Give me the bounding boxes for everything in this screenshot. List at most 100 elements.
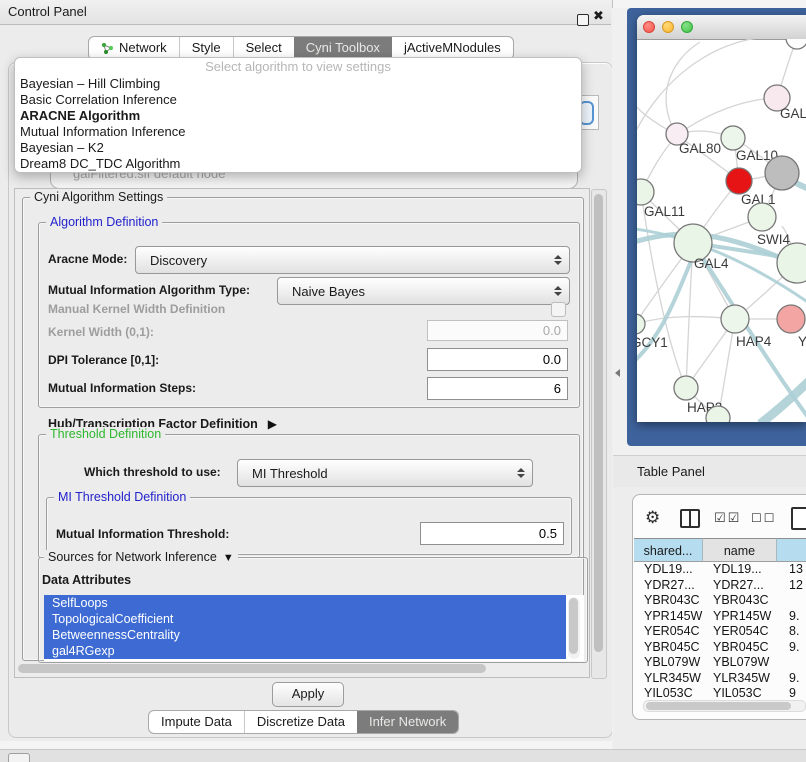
column-header[interactable] (777, 538, 806, 562)
tab-style[interactable]: Style (179, 37, 233, 59)
mi-steps-label: Mutual Information Steps: (48, 381, 196, 395)
tab-jactivemnodules[interactable]: jActiveMNodules (392, 37, 513, 59)
table-horizontal-scrollbar[interactable] (643, 700, 806, 712)
control-panel-header: Control Panel (0, 0, 611, 25)
attribute-item[interactable]: gal4RGexp (44, 643, 566, 659)
scrollbar-thumb[interactable] (594, 194, 603, 652)
network-canvas[interactable]: GALGAL80GAL10GAL1GAL11SWI4GAL4GCY1HAP4YH… (637, 39, 806, 422)
close-icon[interactable]: ✖ (593, 8, 604, 24)
algorithm-option[interactable]: Bayesian – Hill Climbing (15, 76, 581, 92)
tab-impute-data[interactable]: Impute Data (149, 711, 244, 733)
deselect-all-columns-icon[interactable]: ☐☐ (751, 511, 777, 525)
table-row[interactable]: YER054CYER054C8. (634, 624, 806, 640)
mi-algorithm-type-select[interactable]: Naive Bayes (277, 277, 570, 305)
minimize-traffic-light-icon[interactable] (662, 21, 674, 33)
which-threshold-select[interactable]: MI Threshold (237, 459, 533, 487)
algorithm-option[interactable]: Basic Correlation Inference (15, 92, 581, 108)
algorithm-option[interactable]: Dream8 DC_TDC Algorithm (15, 156, 581, 172)
dpi-tolerance-label: DPI Tolerance [0,1]: (48, 353, 159, 367)
cyni-algorithm-settings-title: Cyni Algorithm Settings (30, 190, 167, 204)
network-node-hap4[interactable] (721, 305, 749, 333)
settings-horizontal-scrollbar[interactable] (18, 664, 486, 673)
attribute-item[interactable]: BetweennessCentrality (44, 627, 566, 643)
attributes-scrollbar[interactable] (568, 597, 580, 659)
columns-icon[interactable] (680, 509, 700, 528)
expand-right-icon: ▶ (268, 417, 277, 431)
algorithm-dropdown-placeholder: Select algorithm to view settings (15, 58, 581, 76)
table-cell: 12 (789, 578, 803, 594)
tab-network[interactable]: Network (89, 37, 179, 59)
tab-cyni-toolbox[interactable]: Cyni Toolbox (294, 37, 392, 59)
network-edge[interactable] (637, 192, 641, 324)
aracne-mode-select[interactable]: Discovery (135, 246, 570, 274)
algorithm-option[interactable]: ARACNE Algorithm (15, 108, 581, 124)
settings-vertical-scrollbar[interactable] (591, 189, 607, 679)
gear-icon[interactable]: ⚙ (645, 508, 660, 528)
table-row[interactable]: YIL053CYIL053C9 (634, 686, 806, 700)
column-header[interactable]: shared... (634, 538, 703, 562)
algorithm-option[interactable]: Bayesian – K2 (15, 140, 581, 156)
network-node-gal10[interactable] (721, 126, 745, 150)
network-node-label: GCY1 (637, 335, 668, 350)
kernel-width-input[interactable] (427, 320, 568, 341)
tab-label: jActiveMNodules (404, 37, 501, 59)
network-icon (101, 42, 114, 55)
table-row[interactable]: YDL19...YDL19...13 (634, 562, 806, 578)
algorithm-option[interactable]: Mutual Information Inference (15, 124, 581, 140)
network-edge[interactable] (637, 317, 735, 324)
table-cell: YLR345W (644, 671, 701, 687)
cyni-bottom-tabbar: Impute DataDiscretize DataInfer Network (148, 710, 459, 734)
tab-discretize-data[interactable]: Discretize Data (244, 711, 357, 733)
splitter-collapse-icon[interactable] (615, 369, 620, 377)
network-node-gal1[interactable] (726, 168, 752, 194)
document-icon[interactable] (791, 507, 806, 530)
status-strip (0, 749, 806, 762)
sources-toggle[interactable]: Sources for Network Inference▼ (44, 550, 238, 565)
table-rows: YDL19...YDL19...13YDR27...YDR27...12YBR0… (634, 562, 806, 700)
network-node-hap2[interactable] (674, 376, 698, 400)
network-node-label: GAL11 (644, 204, 685, 219)
network-window-titlebar[interactable] (637, 15, 806, 40)
apply-button[interactable]: Apply (272, 682, 344, 707)
select-all-columns-icon[interactable]: ☑☑ (714, 510, 741, 526)
mi-steps-input[interactable] (427, 377, 568, 400)
dock-mini-button[interactable] (8, 753, 30, 762)
tab-infer-network[interactable]: Infer Network (357, 711, 458, 733)
table-row[interactable]: YPR145WYPR145W9. (634, 609, 806, 625)
network-node-swi4[interactable] (748, 203, 776, 231)
algorithm-options: Bayesian – Hill ClimbingBasic Correlatio… (15, 76, 581, 172)
attribute-item[interactable]: SelfLoops (44, 595, 566, 611)
tab-select[interactable]: Select (233, 37, 294, 59)
aracne-mode-value: Discovery (150, 253, 549, 268)
table-cell: YIL053C (644, 686, 693, 700)
threshold-definition-title: Threshold Definition (46, 427, 165, 441)
column-header[interactable]: name (703, 538, 777, 562)
scrollbar-thumb[interactable] (569, 598, 578, 654)
table-row[interactable]: YBL079WYBL079W (634, 655, 806, 671)
network-node-gcy1[interactable] (637, 314, 645, 334)
data-attributes-label: Data Attributes (42, 573, 131, 587)
network-edge[interactable] (666, 42, 700, 135)
network-node[interactable] (786, 39, 806, 49)
mi-algorithm-type-label: Mutual Information Algorithm Type: (48, 283, 250, 297)
mi-threshold-input[interactable] (420, 522, 564, 545)
data-attributes-list[interactable]: SelfLoopsTopologicalCoefficientBetweenne… (44, 595, 584, 661)
sources-title: Sources for Network Inference (48, 550, 217, 564)
table-cell: 9. (789, 640, 799, 656)
table-row[interactable]: YBR045CYBR045C9. (634, 640, 806, 656)
close-traffic-light-icon[interactable] (643, 21, 655, 33)
table-row[interactable]: YBR043CYBR043C (634, 593, 806, 609)
dpi-tolerance-input[interactable] (427, 348, 568, 371)
network-node[interactable] (765, 156, 799, 190)
table-row[interactable]: YLR345WYLR345W9. (634, 671, 806, 687)
network-node-gal11[interactable] (637, 179, 654, 205)
network-node-label: GAL (780, 106, 806, 121)
table-row[interactable]: YDR27...YDR27...12 (634, 578, 806, 594)
manual-kernel-checkbox[interactable] (551, 302, 566, 317)
scrollbar-thumb[interactable] (646, 702, 791, 710)
attribute-item[interactable]: TopologicalCoefficient (44, 611, 566, 627)
stepper-arrows-icon (512, 468, 530, 478)
network-node-y[interactable] (777, 305, 805, 333)
float-window-icon[interactable] (577, 14, 589, 26)
zoom-traffic-light-icon[interactable] (681, 21, 693, 33)
